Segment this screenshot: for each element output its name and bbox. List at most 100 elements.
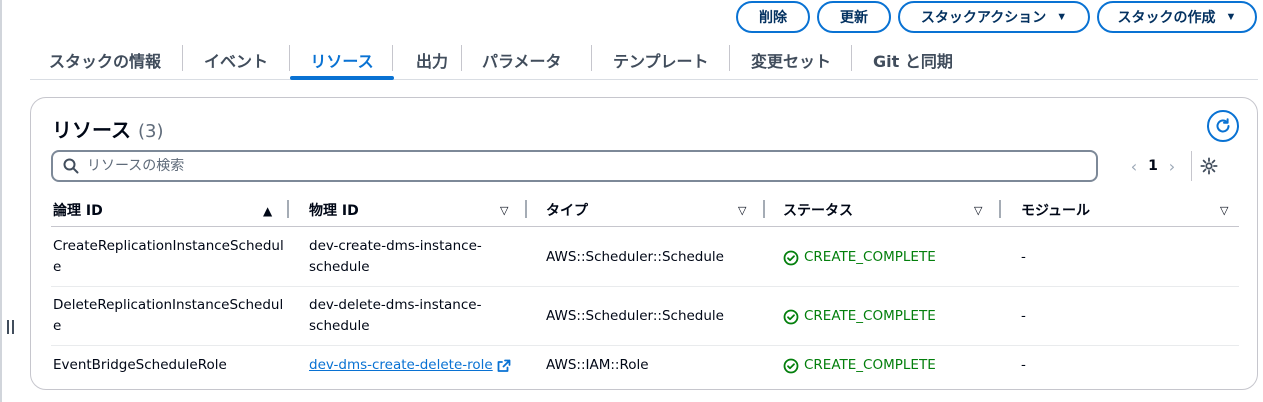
stack-actions-button[interactable]: スタックアクション ▼ [898, 1, 1090, 33]
resources-panel: リソース (3) ‹ 1 › 論理 ID ▲ 物理 ID [30, 97, 1258, 390]
tab-label: リソース [310, 51, 374, 71]
column-label: 物理 ID [309, 203, 359, 219]
tab-template[interactable]: テンプレート [592, 40, 730, 79]
tab-change-sets[interactable]: 変更セット [730, 40, 852, 79]
column-label: ステータス [783, 203, 853, 219]
create-stack-label: スタックの作成 [1117, 9, 1216, 25]
logical-id-cell: EventBridgeScheduleRole [53, 357, 227, 373]
drag-handle-icon[interactable] [6, 320, 16, 336]
table-row[interactable]: DeleteReplicationInstanceSchedul e dev-d… [51, 287, 1239, 346]
logical-id-line: DeleteReplicationInstanceSchedul [53, 297, 284, 313]
tab-stack-info[interactable]: スタックの情報 [30, 40, 183, 79]
status-text: CREATE_COMPLETE [804, 357, 936, 373]
status-text: CREATE_COMPLETE [804, 308, 936, 324]
column-separator[interactable] [525, 200, 527, 218]
check-circle-icon [783, 309, 799, 324]
column-separator[interactable] [287, 200, 289, 218]
physical-id-cell: dev-create-dms-instance- schedule [309, 236, 482, 278]
update-button-label: 更新 [840, 9, 868, 25]
resource-count: (3) [137, 121, 164, 142]
tab-git-sync[interactable]: Git と同期 [852, 40, 972, 79]
status-cell: CREATE_COMPLETE [783, 247, 936, 268]
column-separator[interactable] [999, 200, 1001, 218]
tab-resources-active[interactable]: リソース [290, 40, 394, 80]
refresh-button[interactable] [1207, 110, 1239, 142]
tab-parameters[interactable]: パラメータ [462, 40, 592, 79]
search-input[interactable] [87, 158, 1047, 174]
stack-detail-tabs: スタックの情報 イベント 出力 パラメータ テンプレート 変更セット Git と… [30, 40, 1258, 80]
panel-title: リソース (3) [52, 114, 163, 143]
tab-outputs[interactable]: 出力 [394, 40, 462, 79]
sort-icon[interactable]: ▽ [500, 204, 508, 217]
sort-icon[interactable]: ▽ [974, 204, 982, 217]
tab-separator [392, 45, 393, 71]
logical-id-cell: CreateReplicationInstanceSchedul e [53, 236, 284, 278]
sort-icon[interactable]: ▽ [738, 204, 746, 217]
physical-id-cell: dev-dms-create-delete-role [309, 355, 511, 376]
sort-icon[interactable]: ▽ [1220, 204, 1228, 217]
check-circle-icon [783, 358, 799, 373]
tab-label: Git と同期 [873, 51, 953, 71]
resource-search[interactable] [51, 150, 1098, 182]
physical-id-line: dev-create-dms-instance- [309, 238, 482, 254]
column-header-status[interactable]: ステータス ▽ [783, 193, 1003, 227]
module-cell: - [1021, 308, 1026, 324]
tab-label: パラメータ [482, 51, 562, 71]
delete-button[interactable]: 削除 [736, 1, 810, 33]
tab-label: テンプレート [613, 51, 709, 71]
panel-title-text: リソース [52, 118, 131, 142]
physical-id-link[interactable]: dev-dms-create-delete-role [309, 355, 493, 376]
physical-id-line: schedule [309, 318, 370, 334]
column-label: 論理 ID [53, 203, 103, 219]
logical-id-cell: DeleteReplicationInstanceSchedul e [53, 295, 283, 337]
create-stack-button[interactable]: スタックの作成 ▼ [1097, 1, 1257, 33]
column-label: モジュール [1021, 203, 1091, 219]
column-header-physical-id[interactable]: 物理 ID ▽ [309, 193, 529, 227]
physical-id-line: schedule [309, 259, 370, 275]
type-cell: AWS::Scheduler::Schedule [546, 308, 724, 324]
tab-label: スタックの情報 [49, 51, 162, 71]
stack-actions-label: スタックアクション [920, 9, 1047, 25]
search-icon [63, 158, 79, 174]
module-cell: - [1021, 249, 1026, 265]
column-header-type[interactable]: タイプ ▽ [546, 193, 766, 227]
column-label: タイプ [546, 203, 588, 219]
status-cell: CREATE_COMPLETE [783, 306, 936, 327]
tab-label: 変更セット [751, 51, 832, 71]
tab-label: 出力 [416, 51, 449, 71]
column-header-module[interactable]: モジュール ▽ [1021, 193, 1236, 227]
table-header: 論理 ID ▲ 物理 ID ▽ タイプ ▽ ステータス ▽ モジュール ▽ [51, 193, 1239, 227]
physical-id-cell: dev-delete-dms-instance- schedule [309, 295, 481, 337]
status-cell: CREATE_COMPLETE [783, 355, 936, 376]
chevron-left-icon[interactable]: ‹ [1121, 157, 1147, 176]
pagination: ‹ 1 › [1121, 151, 1218, 181]
caret-down-icon: ▼ [1056, 11, 1068, 23]
refresh-icon [1216, 118, 1230, 133]
table-row[interactable]: CreateReplicationInstanceSchedul e dev-c… [51, 228, 1239, 287]
pager-divider [1191, 151, 1192, 181]
left-rail [0, 0, 2, 402]
table-row[interactable]: EventBridgeScheduleRole dev-dms-create-d… [51, 346, 1239, 386]
caret-down-icon: ▼ [1225, 11, 1237, 23]
delete-button-label: 削除 [759, 9, 787, 25]
tab-events[interactable]: イベント [183, 40, 290, 79]
logical-id-line: e [53, 318, 62, 334]
column-header-logical-id[interactable]: 論理 ID ▲ [53, 193, 281, 227]
module-cell: - [1021, 357, 1026, 373]
logical-id-line: CreateReplicationInstanceSchedul [53, 238, 284, 254]
check-circle-icon [783, 250, 799, 265]
stack-actions-toolbar: 削除 更新 スタックアクション ▼ スタックの作成 ▼ [736, 1, 1257, 33]
status-text: CREATE_COMPLETE [804, 249, 936, 265]
update-button[interactable]: 更新 [817, 1, 891, 33]
current-page[interactable]: 1 [1147, 158, 1159, 174]
gear-icon[interactable] [1200, 157, 1218, 175]
type-cell: AWS::Scheduler::Schedule [546, 249, 724, 265]
physical-id-line: dev-delete-dms-instance- [309, 297, 482, 313]
logical-id-line: e [53, 259, 62, 275]
column-separator[interactable] [763, 200, 765, 218]
type-cell: AWS::IAM::Role [546, 357, 649, 373]
tab-label: イベント [204, 51, 269, 71]
sort-ascending-icon[interactable]: ▲ [263, 204, 272, 218]
chevron-right-icon[interactable]: › [1159, 157, 1185, 176]
external-link-icon[interactable] [497, 359, 511, 373]
